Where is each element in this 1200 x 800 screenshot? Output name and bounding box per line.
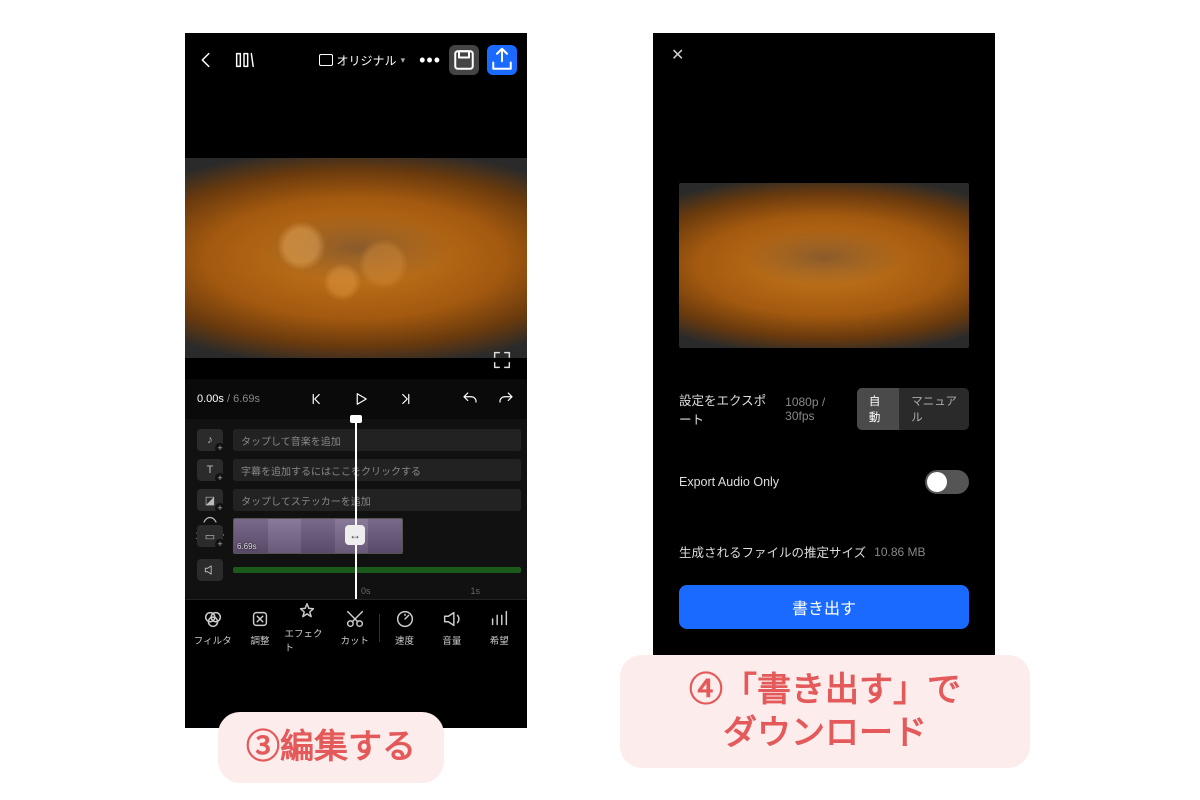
editor-topbar: オリジナル ▾ ••• [185,33,527,87]
bottom-toolbar: フィルタ 調整 エフェクト カット 速度 音量 希望 [185,599,527,655]
clip-duration: 6.69s [237,542,257,551]
tool-effect[interactable]: エフェクト [284,601,330,654]
timeline: ↔ ♪+ タップして音楽を追加 T+ 字幕を追加するにはここをクリックする ◪+… [185,419,527,599]
audio-only-toggle[interactable] [925,470,969,494]
tool-separator [379,614,380,642]
tool-cut[interactable]: カット [332,608,378,647]
text-icon: T+ [197,459,223,481]
preview-thumbnail[interactable] [185,158,527,358]
preview-area [185,87,527,379]
zoom-handle[interactable]: ↔ [345,525,365,545]
settings-mode-segment[interactable]: 自動 マニュアル [857,388,969,430]
seg-manual[interactable]: マニュアル [899,388,969,430]
playhead[interactable] [355,419,357,599]
music-icon: ♪+ [197,429,223,451]
close-icon[interactable]: ✕ [671,45,684,65]
fullscreen-icon[interactable] [491,349,513,371]
export-thumbnail [679,183,969,348]
export-settings-value: 1080p / 30fps [785,395,849,423]
time-current: 0.00s [197,393,224,405]
export-confirm-button[interactable]: 書き出す [679,585,969,629]
sticker-hint: タップしてステッカーを追加 [233,489,521,511]
caption-step3: ③編集する [218,712,444,783]
back-icon[interactable] [195,49,217,71]
audio-only-row: Export Audio Only [679,470,969,494]
tool-volume[interactable]: 音量 [429,608,475,647]
library-icon[interactable] [233,49,255,71]
filesize-row: 生成されるファイルの推定サイズ 10.86 MB [679,542,969,561]
caret-down-icon: ▾ [401,55,406,66]
audio-only-label: Export Audio Only [679,475,779,489]
export-settings-label: 設定をエクスポート [679,390,777,428]
export-screen: ✕ 設定をエクスポート 1080p / 30fps 自動 マニュアル Expor… [653,33,995,728]
filesize-label: 生成されるファイルの推定サイズ [679,542,866,561]
prev-frame-icon[interactable] [308,390,326,408]
redo-icon[interactable] [497,390,515,408]
rectangle-icon [319,54,333,66]
clip-strip[interactable]: 6.69s [233,518,403,554]
tool-speed[interactable]: 速度 [382,608,428,647]
seg-auto[interactable]: 自動 [857,388,899,430]
export-button[interactable] [487,45,517,75]
time-total: 6.69s [233,393,260,405]
speaker-icon [197,559,223,581]
aspect-label: オリジナル [337,52,397,69]
export-settings-row: 設定をエクスポート 1080p / 30fps 自動 マニュアル [679,388,969,430]
tool-filter[interactable]: フィルタ [190,608,236,647]
undo-icon[interactable] [461,390,479,408]
filesize-value: 10.86 MB [874,545,925,559]
clip-icon: ▭+ [197,525,223,547]
tool-adjust[interactable]: 調整 [237,608,283,647]
editor-screen: オリジナル ▾ ••• 0.00s / 6.69s [185,33,527,728]
tool-more[interactable]: 希望 [476,608,522,647]
music-hint: タップして音楽を追加 [233,429,521,451]
aspect-ratio-button[interactable]: オリジナル ▾ [313,48,412,73]
caption-step4: ④「書き出す」で ダウンロード [620,655,1030,768]
save-draft-button[interactable] [449,45,479,75]
caption-hint: 字幕を追加するにはここをクリックする [233,459,521,481]
playbar: 0.00s / 6.69s [185,379,527,419]
play-icon[interactable] [352,390,370,408]
more-icon[interactable]: ••• [419,50,441,71]
next-frame-icon[interactable] [396,390,414,408]
